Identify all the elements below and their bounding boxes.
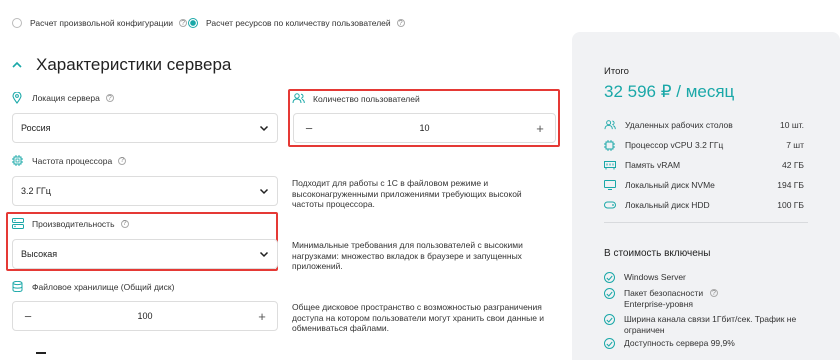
chevron-up-icon[interactable]	[12, 61, 22, 69]
included-label: Доступность сервера 99,9%	[624, 338, 735, 348]
storage-icon	[12, 281, 23, 292]
summary-item: Удаленных рабочих столов 10 шт.	[604, 120, 804, 130]
radio-button-selected[interactable]	[188, 18, 198, 28]
cpu-icon	[604, 140, 616, 151]
cpu-value: 3.2 ГГц	[21, 186, 51, 196]
summary-item: Локальный диск NVMe 194 ГБ	[604, 180, 804, 190]
storage-stepper[interactable]: − 100 +	[12, 301, 278, 331]
next-section-title-fragment	[36, 352, 46, 354]
help-icon[interactable]: ?	[120, 219, 129, 228]
location-value: Россия	[21, 123, 51, 133]
total-price: 32 596 ₽ / месяц	[604, 82, 735, 101]
divider	[604, 222, 808, 223]
storage-label: Файловое хранилище (Общий диск)	[32, 281, 175, 292]
summary-item-value: 42 ГБ	[782, 160, 804, 170]
section-title: Характеристики сервера	[36, 55, 232, 74]
radio-users-config[interactable]: Расчет ресурсов по количеству пользовате…	[188, 18, 405, 28]
map-pin-icon	[12, 92, 22, 104]
check-circle-icon	[604, 314, 615, 325]
decrement-button[interactable]: −	[21, 309, 35, 324]
summary-item-label: Локальный диск HDD	[625, 200, 710, 210]
summary-item: Процессор vCPU 3.2 ГГц 7 шт	[604, 140, 804, 151]
included-item: Windows Server	[604, 272, 804, 283]
ram-icon	[604, 160, 616, 170]
included-title: В стоимость включены	[604, 248, 711, 259]
performance-value: Высокая	[21, 249, 58, 259]
cpu-description: Подходит для работы с 1С в файловом режи…	[292, 178, 522, 209]
users-icon	[292, 93, 305, 104]
summary-panel: Итого 32 596 ₽ / месяц Удаленных рабочих…	[572, 32, 840, 360]
disk-icon	[604, 200, 616, 210]
summary-item-label: Локальный диск NVMe	[625, 180, 715, 190]
help-icon[interactable]: ?	[105, 94, 114, 102]
radio-button[interactable]	[12, 18, 22, 28]
help-icon[interactable]: ?	[710, 289, 718, 297]
users-label: Количество пользователей	[313, 93, 420, 104]
location-label-row: Локация сервера ?	[12, 92, 114, 104]
radio-label: Расчет произвольной конфигурации	[30, 18, 174, 28]
included-item: Пакет безопасности Enterprise-уровня	[604, 288, 724, 309]
cpu-label: Частота процессора	[32, 155, 113, 166]
included-label: Ширина канала связи 1Гбит/сек. Трафик не…	[624, 314, 797, 335]
included-label: Windows Server	[624, 272, 686, 282]
decrement-button[interactable]: −	[302, 121, 316, 136]
performance-label-row: Производительность ?	[12, 218, 129, 229]
check-circle-icon	[604, 338, 615, 349]
summary-item-value: 7 шт	[786, 140, 804, 150]
increment-button[interactable]: +	[255, 309, 269, 324]
summary-item: Память vRAM 42 ГБ	[604, 160, 804, 170]
increment-button[interactable]: +	[533, 121, 547, 136]
included-item: Доступность сервера 99,9%	[604, 338, 804, 349]
monitor-icon	[604, 180, 616, 190]
check-circle-icon	[604, 288, 615, 299]
users-value[interactable]: 10	[419, 123, 429, 133]
users-icon	[604, 120, 616, 130]
summary-item-label: Процессор vCPU 3.2 ГГц	[625, 140, 724, 150]
help-icon[interactable]: ?	[118, 156, 127, 165]
server-icon	[12, 218, 24, 229]
location-label: Локация сервера	[32, 93, 100, 103]
section-header[interactable]: Характеристики сервера	[12, 55, 231, 75]
performance-label: Производительность	[32, 218, 115, 229]
chevron-down-icon	[259, 251, 269, 258]
chevron-down-icon	[259, 125, 269, 132]
performance-select[interactable]: Высокая	[12, 239, 278, 269]
summary-item-value: 194 ГБ	[777, 180, 804, 190]
performance-description: Минимальные требования для пользователей…	[292, 240, 523, 271]
summary-item-label: Память vRAM	[625, 160, 681, 170]
cpu-select[interactable]: 3.2 ГГц	[12, 176, 278, 206]
cpu-icon	[12, 155, 23, 166]
help-icon[interactable]: ?	[396, 19, 405, 27]
storage-label-row: Файловое хранилище (Общий диск)	[12, 281, 174, 292]
users-label-row: Количество пользователей	[292, 93, 420, 104]
storage-value[interactable]: 100	[137, 311, 152, 321]
summary-title: Итого	[604, 66, 629, 77]
location-select[interactable]: Россия	[12, 113, 278, 143]
summary-item: Локальный диск HDD 100 ГБ	[604, 200, 804, 210]
summary-item-value: 100 ГБ	[777, 200, 804, 210]
summary-item-label: Удаленных рабочих столов	[625, 120, 733, 130]
check-circle-icon	[604, 272, 615, 283]
radio-custom-config[interactable]: Расчет произвольной конфигурации ?	[12, 18, 188, 28]
chevron-down-icon	[259, 188, 269, 195]
storage-description: Общее дисковое пространство с возможност…	[292, 302, 545, 333]
help-icon[interactable]: ?	[179, 19, 188, 27]
users-stepper[interactable]: − 10 +	[293, 113, 556, 143]
cpu-label-row: Частота процессора ?	[12, 155, 127, 166]
included-label: Пакет безопасности Enterprise-уровня	[624, 288, 704, 309]
included-item: Ширина канала связи 1Гбит/сек. Трафик не…	[604, 314, 804, 335]
summary-item-value: 10 шт.	[780, 120, 804, 130]
radio-label: Расчет ресурсов по количеству пользовате…	[206, 18, 391, 28]
